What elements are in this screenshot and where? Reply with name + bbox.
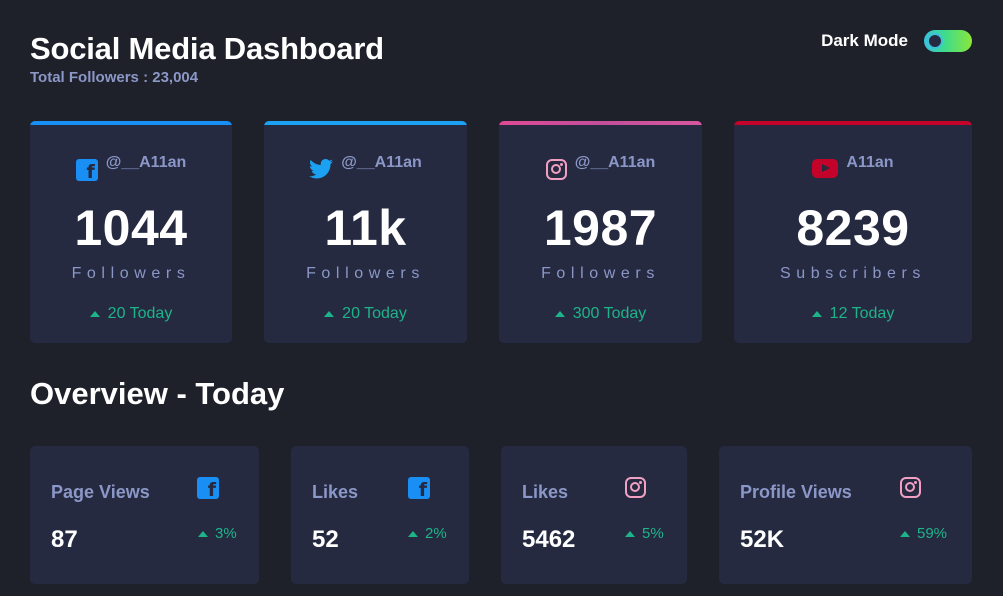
header: Social Media Dashboard Total Followers :… (30, 30, 384, 86)
card-accent-bar (30, 121, 232, 125)
card-twitter[interactable]: @__A11an 11k Followers 20 Today (264, 121, 467, 343)
follower-count: 8239 (796, 200, 910, 256)
overview-change: 5% (625, 525, 664, 542)
card-handle: @__A11an (30, 154, 232, 183)
overview-label: Page Views (51, 482, 150, 502)
overview-label: Profile Views (740, 482, 852, 502)
up-arrow-icon (900, 530, 910, 537)
handle-text: @__A11an (574, 154, 656, 171)
today-change: 20 Today (264, 305, 467, 323)
overview-label: Likes (522, 482, 569, 502)
change-text: 5% (642, 525, 664, 542)
up-arrow-icon (198, 530, 208, 537)
card-handle: @__A11an (264, 154, 467, 179)
overview-card-profile-views[interactable]: Profile Views 52K 59% (719, 446, 972, 584)
overview-value: 5462 (522, 526, 576, 553)
today-text: 12 Today (829, 305, 895, 322)
today-text: 20 Today (107, 305, 173, 322)
handle-text: @__A11an (105, 154, 187, 171)
page-title: Social Media Dashboard (30, 31, 384, 66)
overview-value: 52K (740, 526, 785, 553)
overview-value: 52 (312, 526, 339, 553)
up-arrow-icon (554, 311, 565, 317)
handle-text: A11an (846, 154, 894, 171)
today-text: 20 Today (342, 305, 407, 322)
dashboard-page: Social Media Dashboard Total Followers :… (0, 0, 1003, 596)
overview-card-likes-instagram[interactable]: Likes 5462 5% (501, 446, 687, 584)
overview-change: 2% (408, 525, 447, 542)
follower-count: 1044 (74, 200, 188, 256)
overview-label: Likes (312, 482, 359, 502)
follower-count: 1987 (543, 200, 658, 256)
overview-value: 87 (51, 526, 78, 553)
toggle-knob (927, 33, 943, 49)
instagram-icon (625, 477, 646, 498)
card-youtube[interactable]: A11an 8239 Subscribers 12 Today (734, 121, 972, 343)
card-accent-bar (499, 121, 702, 125)
card-handle: A11an (734, 154, 972, 178)
up-arrow-icon (324, 311, 335, 317)
follower-unit: Subscribers (779, 265, 927, 282)
overview-card-likes-facebook[interactable]: Likes 52 2% (291, 446, 469, 584)
dark-mode-control: Dark Mode (821, 30, 972, 52)
dark-mode-label: Dark Mode (821, 31, 908, 50)
facebook-icon (408, 477, 430, 501)
total-followers: Total Followers : 23,004 (30, 69, 199, 86)
overview-card-page-views[interactable]: Page Views 87 3% (30, 446, 259, 584)
change-text: 59% (917, 525, 948, 542)
today-change: 12 Today (734, 305, 972, 323)
up-arrow-icon (408, 530, 418, 537)
card-instagram[interactable]: @__A11an 1987 Followers 300 Today (499, 121, 702, 343)
youtube-icon (812, 159, 839, 178)
card-facebook[interactable]: @__A11an 1044 Followers 20 Today (30, 121, 232, 343)
handle-text: @__A11an (341, 154, 422, 171)
today-change: 300 Today (499, 305, 702, 323)
up-arrow-icon (625, 530, 635, 537)
instagram-icon (545, 159, 567, 180)
card-accent-bar (734, 121, 972, 125)
change-text: 3% (215, 525, 237, 542)
facebook-icon (197, 477, 219, 501)
follower-unit: Followers (71, 265, 191, 282)
today-text: 300 Today (572, 305, 647, 322)
up-arrow-icon (89, 311, 100, 317)
card-handle: @__A11an (499, 154, 702, 180)
twitter-icon (309, 159, 334, 179)
follower-unit: Followers (306, 265, 425, 282)
today-change: 20 Today (30, 305, 232, 323)
facebook-icon (75, 159, 98, 183)
overview-change: 59% (900, 525, 947, 542)
overview-title: Overview - Today (30, 376, 285, 411)
instagram-icon (900, 477, 921, 498)
up-arrow-icon (811, 311, 822, 317)
dark-mode-toggle[interactable] (924, 30, 972, 52)
follower-unit: Followers (541, 265, 660, 282)
change-text: 2% (425, 525, 447, 542)
card-accent-bar (264, 121, 467, 125)
overview-change: 3% (198, 525, 237, 542)
follower-count: 11k (324, 200, 407, 256)
